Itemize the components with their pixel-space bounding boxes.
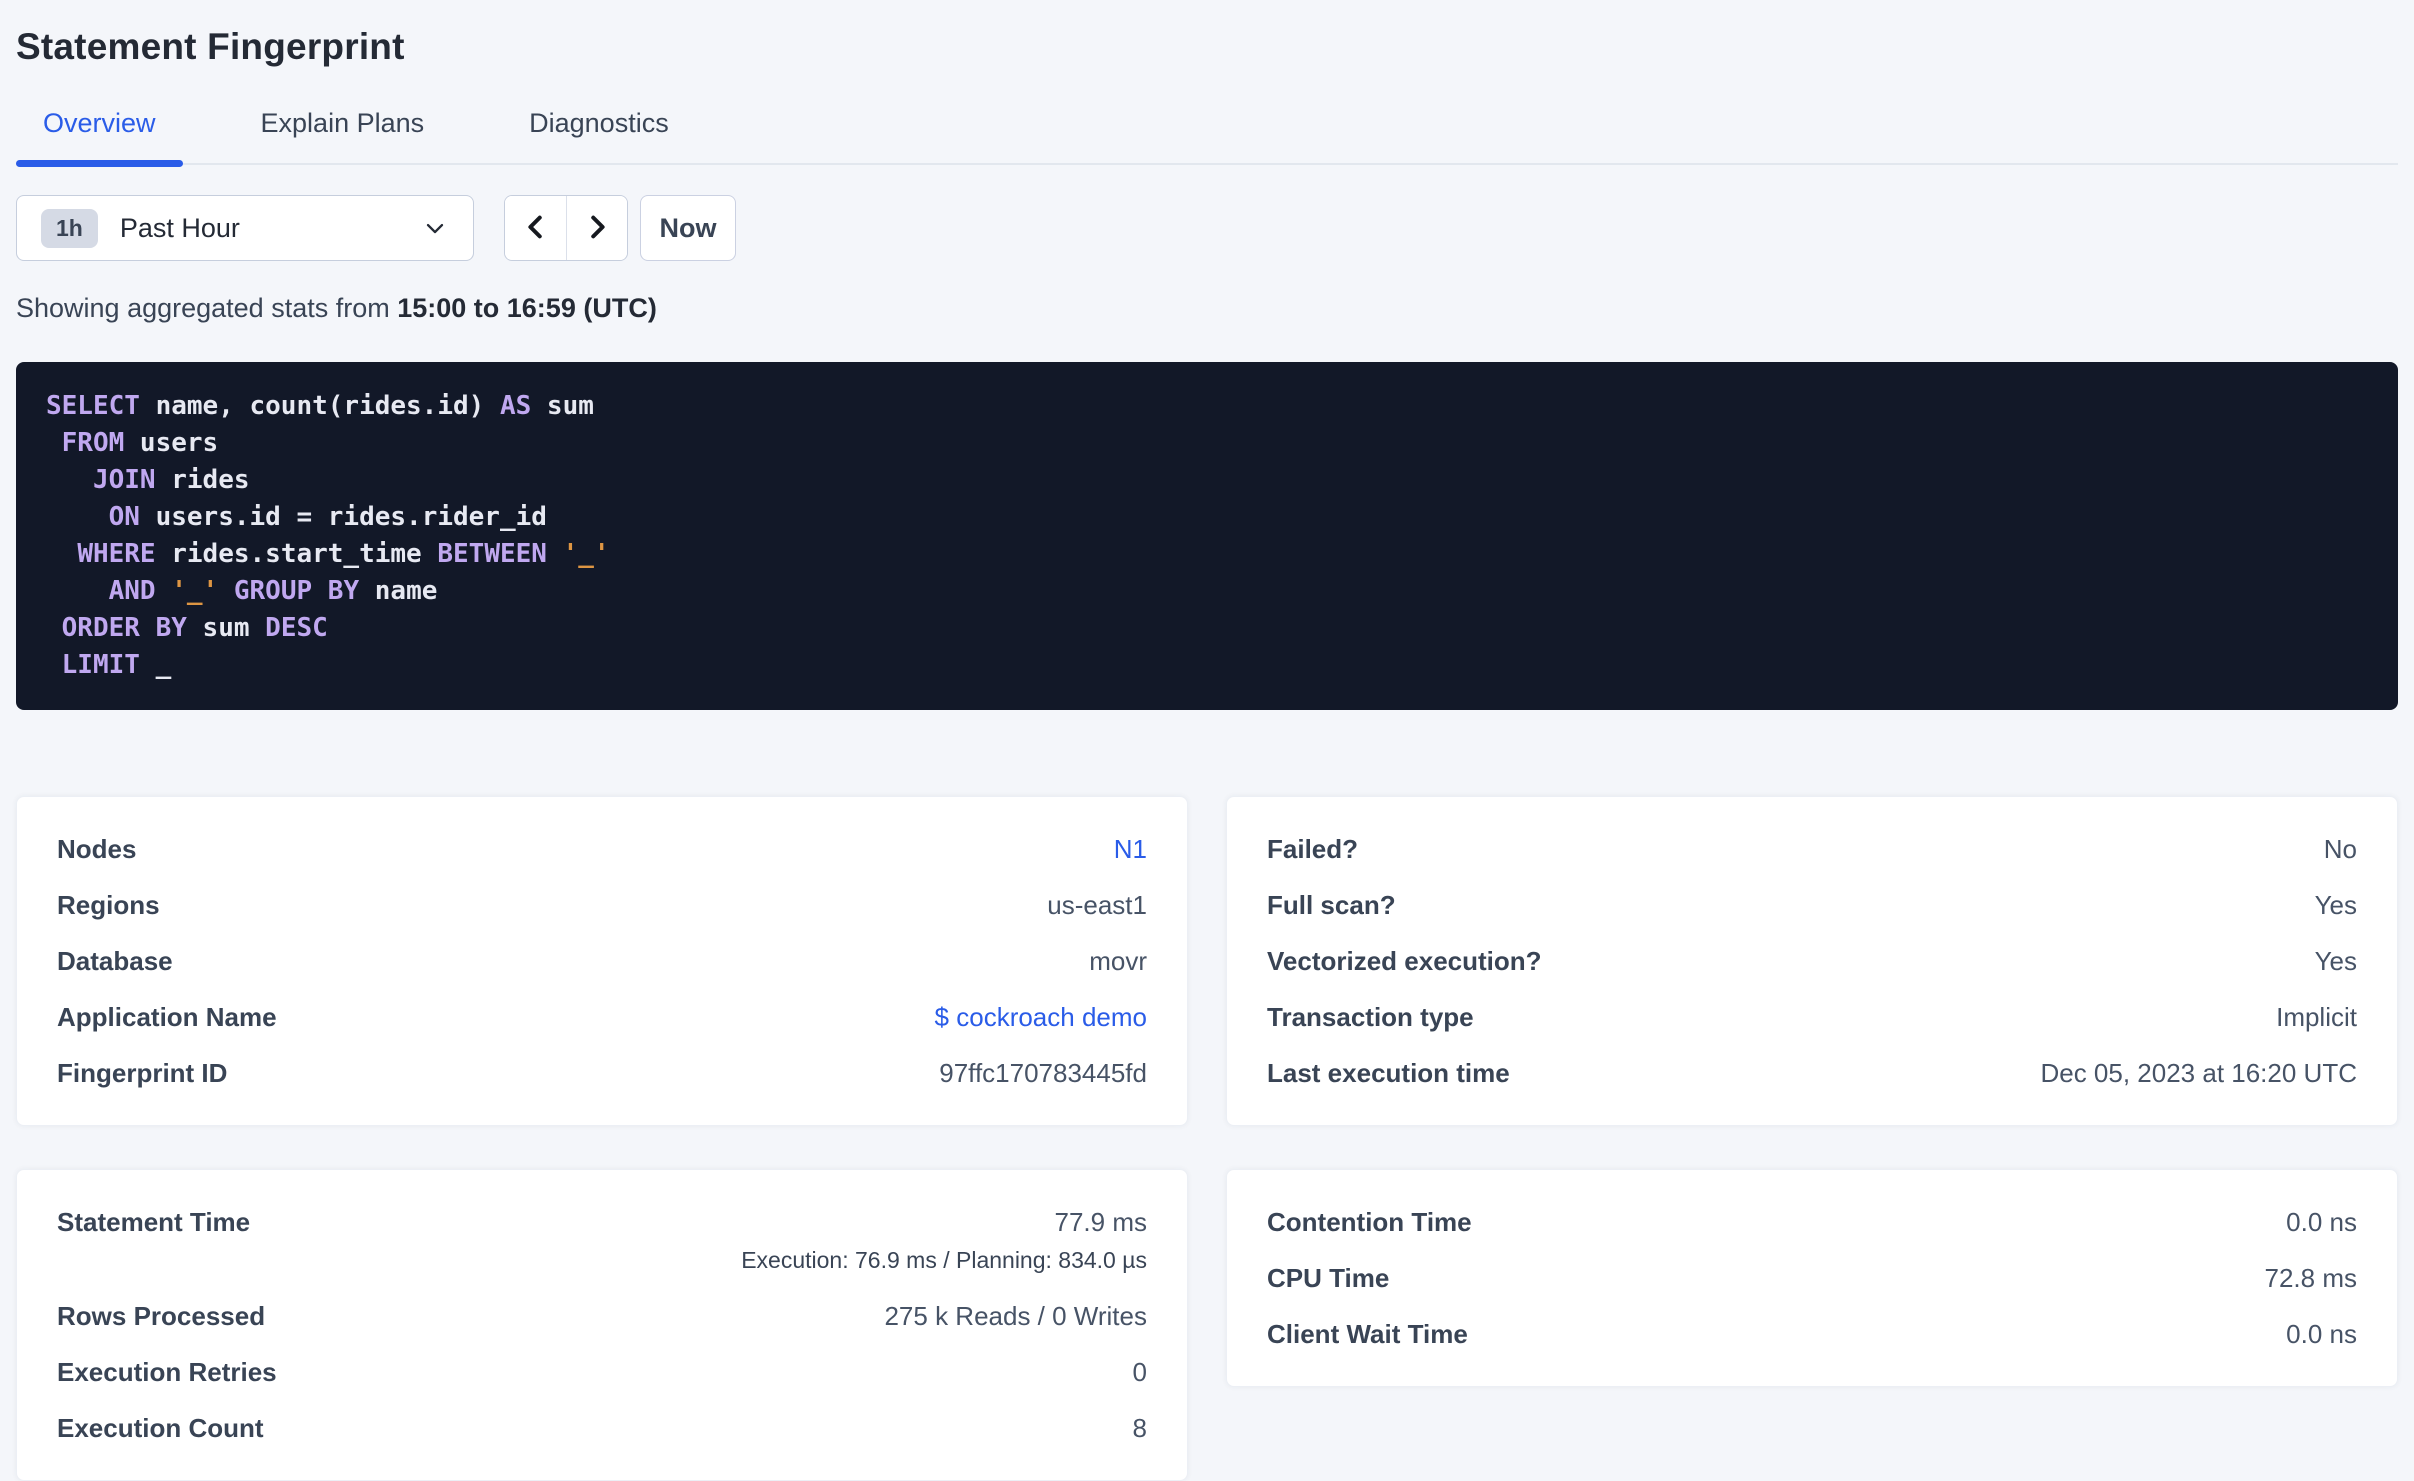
row-label: Execution Count — [57, 1413, 264, 1443]
previous-time-button[interactable] — [505, 196, 566, 260]
time-step-buttons — [504, 195, 628, 261]
row-label: Application Name — [57, 1002, 277, 1032]
tab-overview[interactable]: Overview — [16, 102, 183, 167]
sql-line: ORDER BY sum DESC — [61, 613, 328, 643]
tab-bar: Overview Explain Plans Diagnostics — [16, 102, 2398, 167]
row-subvalue: Execution: 76.9 ms / Planning: 834.0 µs — [741, 1247, 1147, 1273]
row-contention-time: Contention Time 0.0 ns — [1267, 1194, 2357, 1250]
time-range-badge: 1h — [41, 208, 98, 248]
sql-line: JOIN rides — [92, 465, 250, 495]
tab-overview-label: Overview — [43, 108, 156, 138]
row-label: Regions — [57, 890, 160, 920]
sql-line: FROM users — [61, 428, 219, 458]
row-application-name: Application Name $ cockroach demo — [57, 989, 1147, 1045]
row-transaction-type: Transaction type Implicit — [1267, 989, 2357, 1045]
row-statement-time: Statement Time 77.9 ms Execution: 76.9 m… — [57, 1194, 1147, 1288]
tab-explain-plans[interactable]: Explain Plans — [234, 102, 452, 163]
next-time-button[interactable] — [566, 196, 627, 260]
row-label: Execution Retries — [57, 1357, 277, 1387]
sql-statement: SELECT name, count(rides.id) AS sum FROM… — [46, 388, 2368, 684]
execution-attributes-card: Failed? No Full scan? Yes Vectorized exe… — [1226, 796, 2398, 1126]
row-last-execution-time: Last execution time Dec 05, 2023 at 16:2… — [1267, 1045, 2357, 1101]
summary-cards: Nodes N1 Regions us-east1 Database movr … — [16, 796, 2398, 1481]
row-label: Transaction type — [1267, 1002, 1474, 1032]
sql-line: WHERE rides.start_time BETWEEN '_' — [77, 539, 610, 569]
row-label: CPU Time — [1267, 1263, 1390, 1293]
row-label: Client Wait Time — [1267, 1319, 1468, 1349]
row-client-wait-time: Client Wait Time 0.0 ns — [1267, 1306, 2357, 1362]
page-title: Statement Fingerprint — [16, 26, 405, 67]
row-value: 8 — [1132, 1413, 1147, 1443]
sql-statement-box: SELECT name, count(rides.id) AS sum FROM… — [16, 362, 2398, 710]
statement-time-values: 77.9 ms Execution: 76.9 ms / Planning: 8… — [741, 1208, 1147, 1274]
row-label: Full scan? — [1267, 890, 1396, 920]
statement-times-card: Statement Time 77.9 ms Execution: 76.9 m… — [16, 1169, 1188, 1481]
row-vectorized-execution: Vectorized execution? Yes — [1267, 933, 2357, 989]
statement-details-card: Nodes N1 Regions us-east1 Database movr … — [16, 796, 1188, 1126]
time-toolbar: 1h Past Hour Now — [16, 195, 2398, 261]
wait-times-card: Contention Time 0.0 ns CPU Time 72.8 ms … — [1226, 1169, 2398, 1387]
tab-explain-plans-label: Explain Plans — [260, 108, 425, 138]
chevron-left-icon — [521, 212, 551, 245]
row-value: us-east1 — [1047, 890, 1147, 920]
row-execution-count: Execution Count 8 — [57, 1400, 1147, 1456]
row-value: 97ffc170783445fd — [939, 1058, 1147, 1088]
row-label: Rows Processed — [57, 1301, 266, 1331]
row-label: Nodes — [57, 834, 137, 864]
row-value: movr — [1089, 946, 1147, 976]
tab-diagnostics[interactable]: Diagnostics — [502, 102, 696, 163]
row-value: No — [2323, 834, 2357, 864]
sql-line: SELECT name, count(rides.id) AS sum — [46, 391, 594, 421]
row-value: Dec 05, 2023 at 16:20 UTC — [2040, 1058, 2357, 1088]
application-name-link[interactable]: $ cockroach demo — [935, 1003, 1147, 1031]
row-nodes: Nodes N1 — [57, 821, 1147, 877]
sql-line: AND '_' GROUP BY name — [108, 576, 438, 606]
aggregated-stats-range: 15:00 to 16:59 (UTC) — [397, 293, 657, 323]
row-value: 0.0 ns — [2286, 1319, 2357, 1349]
row-execution-retries: Execution Retries 0 — [57, 1344, 1147, 1400]
aggregated-stats-caption: Showing aggregated stats from 15:00 to 1… — [16, 293, 2398, 324]
row-regions: Regions us-east1 — [57, 877, 1147, 933]
row-rows-processed: Rows Processed 275 k Reads / 0 Writes — [57, 1288, 1147, 1344]
row-fingerprint-id: Fingerprint ID 97ffc170783445fd — [57, 1045, 1147, 1101]
time-range-label: Past Hour — [119, 212, 240, 243]
row-label: Vectorized execution? — [1267, 946, 1542, 976]
sql-line: LIMIT _ — [61, 650, 172, 680]
tab-diagnostics-label: Diagnostics — [529, 108, 669, 138]
chevron-right-icon — [582, 212, 612, 245]
nodes-link[interactable]: N1 — [1114, 835, 1147, 863]
row-label: Fingerprint ID — [57, 1058, 228, 1088]
row-cpu-time: CPU Time 72.8 ms — [1267, 1250, 2357, 1306]
row-value: Yes — [2314, 946, 2357, 976]
row-value: 77.9 ms — [1054, 1207, 1148, 1237]
row-value: 72.8 ms — [2264, 1263, 2358, 1293]
row-label: Contention Time — [1267, 1207, 1472, 1237]
row-label: Statement Time — [57, 1207, 251, 1237]
time-range-selector[interactable]: 1h Past Hour — [16, 195, 474, 261]
sql-line: ON users.id = rides.rider_id — [108, 502, 547, 532]
row-label: Failed? — [1267, 834, 1359, 864]
row-failed: Failed? No — [1267, 821, 2357, 877]
row-database: Database movr — [57, 933, 1147, 989]
row-value: 275 k Reads / 0 Writes — [884, 1301, 1147, 1331]
row-value: 0 — [1132, 1357, 1147, 1387]
row-value: Implicit — [2276, 1002, 2357, 1032]
row-label: Last execution time — [1267, 1058, 1510, 1088]
row-full-scan: Full scan? Yes — [1267, 877, 2357, 933]
aggregated-stats-prefix: Showing aggregated stats from — [16, 293, 390, 323]
row-label: Database — [57, 946, 173, 976]
row-value: Yes — [2314, 890, 2357, 920]
statement-fingerprint-page: Statement Fingerprint Overview Explain P… — [0, 0, 2414, 1481]
row-value: 0.0 ns — [2286, 1207, 2357, 1237]
chevron-down-icon — [421, 214, 449, 242]
now-button[interactable]: Now — [640, 195, 736, 261]
